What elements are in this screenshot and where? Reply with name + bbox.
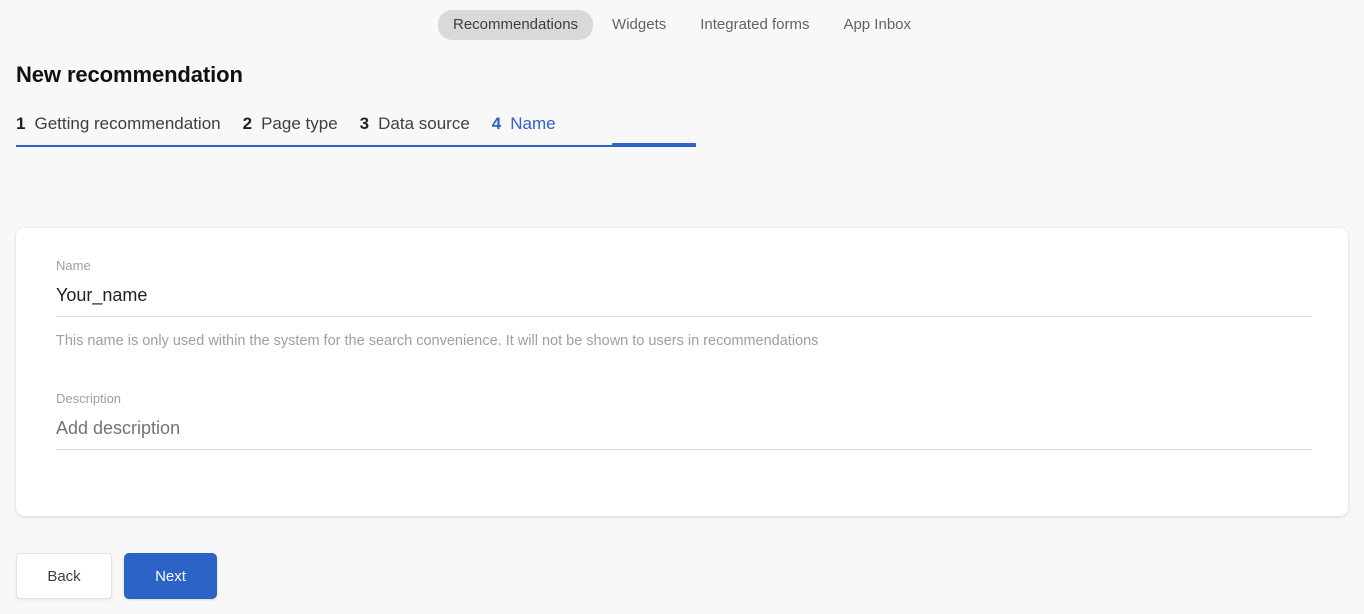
name-field-wrapper: Name Your_name This name is only used wi…	[56, 258, 1312, 351]
back-button[interactable]: Back	[16, 553, 112, 599]
page-title: New recommendation	[16, 62, 243, 87]
name-field-help-text: This name is only used within the system…	[56, 333, 819, 349]
step-label: Getting recommendation	[34, 114, 221, 133]
next-button[interactable]: Next	[124, 553, 217, 599]
description-field-label: Description	[56, 391, 122, 406]
step-number: 4	[491, 114, 502, 133]
step-tabs-active-indicator	[612, 143, 696, 147]
nav-item-widgets[interactable]: Widgets	[597, 10, 681, 40]
step-tab-name[interactable]: 4 Name	[492, 114, 556, 134]
nav-item-label: Integrated forms	[700, 16, 810, 33]
step-tab-getting-recommendation[interactable]: 1 Getting recommendation	[16, 114, 231, 134]
step-tabs-underline	[16, 145, 696, 147]
description-field-wrapper: Description Add description	[56, 391, 1312, 450]
step-number: 1	[16, 114, 26, 133]
step-label: Name	[510, 114, 556, 133]
step-number: 3	[359, 114, 370, 133]
footer-actions: Back Next	[16, 553, 217, 599]
description-input[interactable]: Add description	[56, 415, 1312, 450]
name-field-label: Name	[56, 258, 91, 273]
nav-item-label: Recommendations	[452, 16, 579, 33]
form-card: Name Your_name This name is only used wi…	[16, 228, 1348, 516]
step-number: 2	[242, 114, 253, 133]
step-label: Page type	[261, 114, 338, 133]
nav-item-app-inbox[interactable]: App Inbox	[828, 10, 926, 40]
nav-item-integrated-forms[interactable]: Integrated forms	[685, 10, 824, 40]
step-label: Data source	[378, 114, 470, 133]
step-tab-page-type[interactable]: 2 Page type	[243, 114, 348, 134]
step-tab-data-source[interactable]: 3 Data source	[360, 114, 480, 134]
name-input[interactable]: Your_name	[56, 282, 1312, 317]
nav-item-recommendations[interactable]: Recommendations	[437, 10, 594, 40]
nav-item-label: Widgets	[612, 16, 667, 33]
step-tabs: 1 Getting recommendation 2 Page type 3 D…	[16, 114, 696, 147]
top-nav: Recommendations Widgets Integrated forms…	[0, 0, 1364, 48]
nav-item-label: App Inbox	[843, 16, 912, 33]
